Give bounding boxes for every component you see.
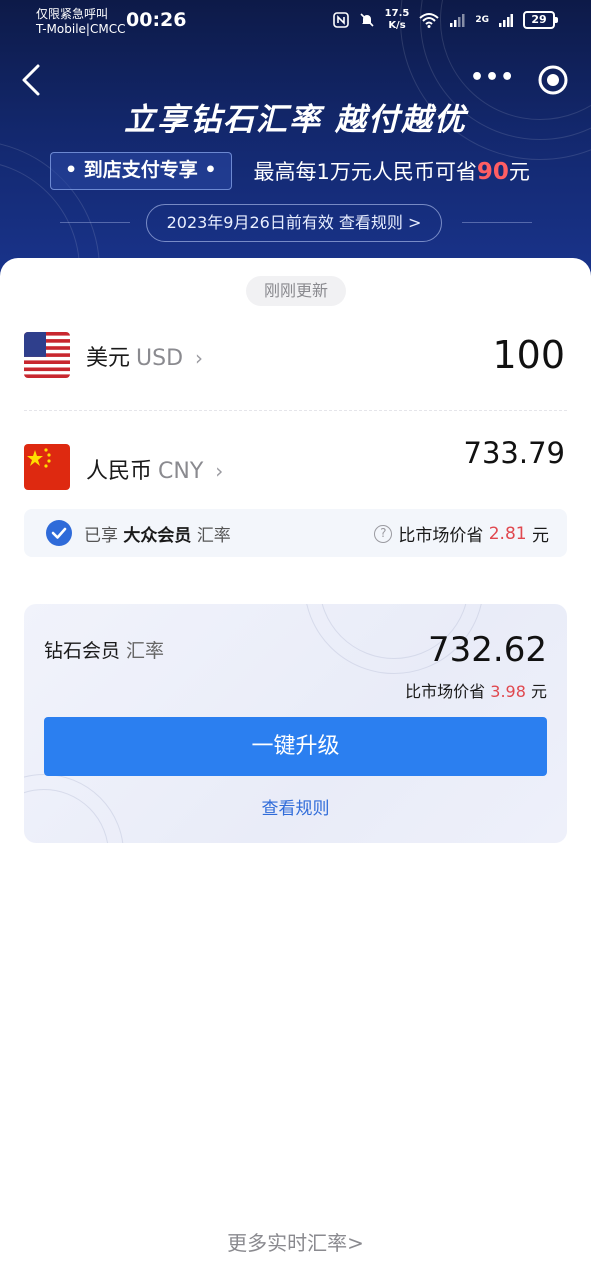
- member-rate-row: 已享 大众会员 汇率 ? 比市场价省 2.81 元: [24, 509, 567, 557]
- promo-tag: • 到店支付专享 •: [50, 152, 232, 190]
- member-savings[interactable]: ? 比市场价省 2.81 元: [374, 521, 549, 546]
- net-speed: 17.5 K/s: [384, 8, 410, 31]
- back-button[interactable]: [18, 62, 48, 98]
- emergency-text: 仅限紧急呼叫: [36, 7, 109, 21]
- status-bar: 仅限紧急呼叫 T-Mobile|CMCC 00:26 17.5 K/s 2G 2…: [0, 0, 591, 44]
- cn-flag-icon: [24, 444, 70, 490]
- to-currency-selector[interactable]: 人民币 CNY ›: [86, 453, 223, 485]
- target-icon: [538, 65, 568, 95]
- validity-rules-link[interactable]: 2023年9月26日前有效 查看规则 >: [146, 204, 442, 242]
- chevron-right-icon: ›: [195, 346, 204, 370]
- updated-badge: 刚刚更新: [246, 276, 346, 306]
- close-miniprogram-button[interactable]: [537, 64, 569, 96]
- more-dots-icon: •••: [470, 65, 516, 90]
- clock: 00:26: [126, 9, 187, 31]
- view-rules-link[interactable]: 查看规则: [24, 794, 567, 819]
- divider-left: [60, 222, 130, 223]
- member-rate-text: 已享 大众会员 汇率: [84, 526, 231, 546]
- from-amount-input[interactable]: 100: [492, 333, 565, 377]
- signal-icon-1: [450, 14, 465, 27]
- diamond-tier-label: 钻石会员 汇率: [44, 640, 165, 662]
- banner-headline: 立享钻石汇率 越付越优: [124, 102, 467, 138]
- more-rates-link[interactable]: 更多实时汇率>: [0, 1227, 591, 1256]
- check-icon: [46, 520, 72, 546]
- promo-banner: [0, 0, 591, 300]
- carrier-text: T-Mobile|CMCC: [36, 22, 126, 36]
- nfc-icon: [332, 12, 349, 28]
- promo-amount: 90: [476, 159, 509, 185]
- chevron-right-icon: ›: [215, 459, 224, 483]
- more-options-button[interactable]: •••: [470, 66, 514, 94]
- diamond-rate-card: 钻石会员 汇率 732.62 比市场价省 3.98 元 一键升级 查看规则: [24, 604, 567, 843]
- mute-bell-icon: [360, 13, 374, 27]
- to-amount-value: 733.79: [463, 436, 565, 470]
- row-divider: [24, 410, 567, 411]
- chevron-left-icon: [22, 64, 40, 96]
- member-save-amount: 2.81: [488, 523, 527, 544]
- network-type: 2G: [475, 15, 489, 25]
- promo-row: • 到店支付专享 • 最高每1万元人民币可省90元: [50, 152, 530, 190]
- diamond-savings: 比市场价省 3.98 元: [405, 682, 547, 701]
- upgrade-button[interactable]: 一键升级: [44, 717, 547, 776]
- diamond-rate-value: 732.62: [428, 630, 547, 670]
- from-currency-selector[interactable]: 美元 USD ›: [86, 340, 203, 372]
- help-icon[interactable]: ?: [374, 524, 393, 543]
- battery-indicator: 29: [523, 11, 558, 29]
- signal-icon-2: [499, 14, 513, 27]
- us-flag-icon: [24, 332, 70, 378]
- divider-right: [462, 222, 532, 223]
- wifi-icon: [419, 13, 440, 28]
- promo-text: 最高每1万元人民币可省90元: [253, 159, 530, 185]
